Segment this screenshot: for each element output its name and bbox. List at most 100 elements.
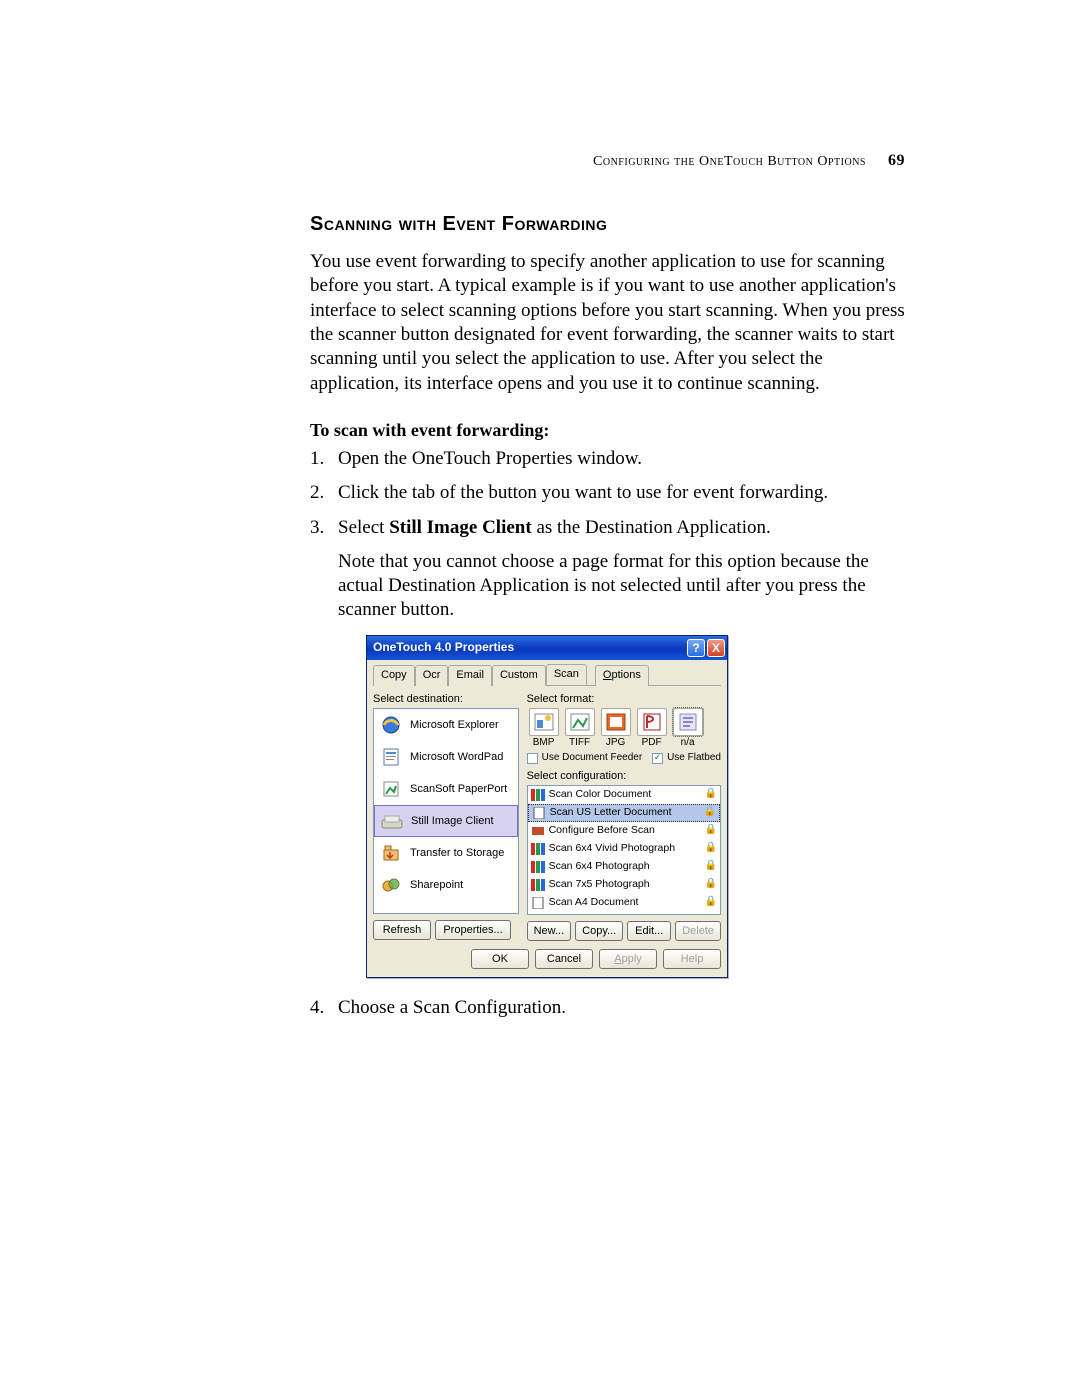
destination-item-label: Transfer to Storage — [410, 846, 504, 860]
step-4: 4.Choose a Scan Configuration. — [310, 996, 905, 1020]
tab-custom[interactable]: Custom — [492, 665, 546, 686]
help-button[interactable]: Help — [663, 949, 721, 969]
storage-icon — [378, 841, 404, 865]
copy-button[interactable]: Copy... — [575, 921, 623, 941]
format-jpg[interactable]: JPG — [599, 708, 633, 750]
step-text-part: as the Destination Application. — [532, 517, 771, 538]
config-item[interactable]: Scan 7x5 Photograph🔒 — [528, 876, 720, 894]
format-pdf[interactable]: PDF — [635, 708, 669, 750]
destination-item-transfer-to-storage[interactable]: Transfer to Storage — [374, 837, 518, 869]
step-3: 3. Select Still Image Client as the Dest… — [310, 516, 905, 978]
format-tiff[interactable]: TIFF — [563, 708, 597, 750]
tab-email[interactable]: Email — [448, 665, 492, 686]
ok-button[interactable]: OK — [471, 949, 529, 969]
config-label: Select configuration: — [527, 769, 721, 783]
format-label: Select format: — [527, 692, 721, 706]
config-item[interactable]: Scan 6x4 Vivid Photograph 🔒 — [528, 840, 720, 858]
destination-pane: Select destination: Microsoft Explorer — [373, 692, 519, 941]
panes: Select destination: Microsoft Explorer — [373, 692, 721, 941]
destination-item-microsoft-wordpad[interactable]: Microsoft WordPad — [374, 741, 518, 773]
tab-scan[interactable]: Scan — [546, 664, 587, 685]
lock-icon: 🔒 — [704, 806, 716, 819]
paperport-icon — [378, 777, 404, 801]
config-item[interactable]: Scan 6x4 Photograph🔒 — [528, 858, 720, 876]
titlebar[interactable]: OneTouch 4.0 Properties ? X — [367, 636, 727, 660]
config-item-label: Scan 6x4 Photograph — [549, 860, 650, 873]
bw-page-icon — [531, 897, 545, 909]
lock-icon: 🔒 — [705, 842, 717, 855]
use-flatbed-checkbox[interactable]: ✓ — [652, 753, 663, 764]
destination-item-still-image-client[interactable]: Still Image Client — [374, 805, 518, 837]
config-item[interactable]: Configure Before Scan🔒 — [528, 822, 720, 840]
step-num: 3. — [310, 516, 324, 540]
format-bmp[interactable]: BMP — [527, 708, 561, 750]
config-item-label: Scan 6x4 Vivid Photograph — [549, 842, 675, 855]
format-label-text: PDF — [635, 737, 669, 750]
titlebar-close-button[interactable]: X — [707, 639, 725, 657]
config-item[interactable]: Scan US Letter Document 🔒 — [528, 804, 720, 822]
step-text: Click the tab of the button you want to … — [338, 482, 828, 503]
tab-options-rest: ptions — [611, 669, 640, 681]
destination-item-label: Sharepoint — [410, 878, 463, 892]
config-list[interactable]: Scan Color Document 🔒 Scan US Letter Docu… — [527, 785, 721, 915]
step-num: 2. — [310, 481, 324, 505]
sharepoint-icon — [378, 873, 404, 897]
page-number: 69 — [888, 152, 905, 169]
tab-ocr[interactable]: Ocr — [415, 665, 449, 686]
na-icon — [673, 708, 703, 736]
properties-button[interactable]: Properties... — [435, 920, 511, 940]
scanner-icon — [379, 809, 405, 833]
edit-button[interactable]: Edit... — [627, 921, 671, 941]
tab-options[interactable]: Options — [595, 665, 649, 686]
pdf-icon — [637, 708, 667, 736]
format-label-text: TIFF — [563, 737, 597, 750]
config-item[interactable]: Scan Color Document 🔒 — [528, 786, 720, 804]
wordpad-icon — [378, 745, 404, 769]
config-item-label: Scan 7x5 Photograph — [549, 878, 650, 891]
cancel-button[interactable]: Cancel — [535, 949, 593, 969]
refresh-button[interactable]: Refresh — [373, 920, 431, 940]
dialog-bottom-buttons: OK Cancel Apply Help — [373, 949, 721, 969]
use-document-feeder-label: Use Document Feeder — [542, 752, 648, 765]
destination-label: Select destination: — [373, 692, 519, 706]
destination-item-label: ScanSoft PaperPort — [410, 782, 507, 796]
right-pane: Select format: BMP TIFF — [527, 692, 721, 941]
color-icon — [531, 879, 545, 891]
step-num: 1. — [310, 447, 324, 471]
use-document-feeder-checkbox[interactable] — [527, 753, 538, 764]
config-item-label: Configure Before Scan — [549, 824, 655, 837]
config-buttons: New... Copy... Edit... Delete — [527, 921, 721, 941]
destination-list[interactable]: Microsoft Explorer Microsoft WordPad — [373, 708, 519, 914]
config-item[interactable]: Scan A4 Document🔒 — [528, 894, 720, 912]
destination-item-scansoft-paperport[interactable]: ScanSoft PaperPort — [374, 773, 518, 805]
new-button[interactable]: New... — [527, 921, 572, 941]
destination-item-sharepoint[interactable]: Sharepoint — [374, 869, 518, 901]
config-item-label: Scan Color Document — [549, 788, 652, 801]
jpg-icon — [601, 708, 631, 736]
delete-button[interactable]: Delete — [675, 921, 721, 941]
steps-list: 1.Open the OneTouch Properties window. 2… — [310, 447, 905, 1020]
apply-button[interactable]: Apply — [599, 949, 657, 969]
format-label-text: n/a — [671, 737, 705, 750]
destination-item-label: Still Image Client — [411, 814, 494, 828]
running-head-text: Configuring the OneTouch Button Options — [593, 154, 866, 169]
feeder-flatbed-row: Use Document Feeder ✓ Use Flatbed — [527, 752, 721, 765]
config-item-label: Scan US Letter Document — [550, 806, 672, 819]
page: Configuring the OneTouch Button Options … — [0, 0, 1080, 1397]
destination-item-microsoft-explorer[interactable]: Microsoft Explorer — [374, 709, 518, 741]
ie-icon — [378, 713, 404, 737]
titlebar-help-button[interactable]: ? — [687, 639, 705, 657]
section-subhead: To scan with event forwarding: — [310, 420, 905, 441]
format-na[interactable]: n/a — [671, 708, 705, 750]
tab-strip: Copy Ocr Email Custom Scan Options — [373, 664, 721, 686]
tiff-icon — [565, 708, 595, 736]
use-flatbed-label: Use Flatbed — [667, 752, 721, 765]
config-item-label: Scan A4 Document — [549, 896, 639, 909]
section-paragraph: You use event forwarding to specify anot… — [310, 250, 905, 396]
tab-copy[interactable]: Copy — [373, 665, 415, 686]
lock-icon: 🔒 — [705, 788, 717, 801]
color-icon — [531, 843, 545, 855]
format-row: BMP TIFF JPG — [527, 708, 721, 750]
step-text-bold: Still Image Client — [389, 517, 532, 538]
apply-rest: pply — [622, 953, 642, 965]
